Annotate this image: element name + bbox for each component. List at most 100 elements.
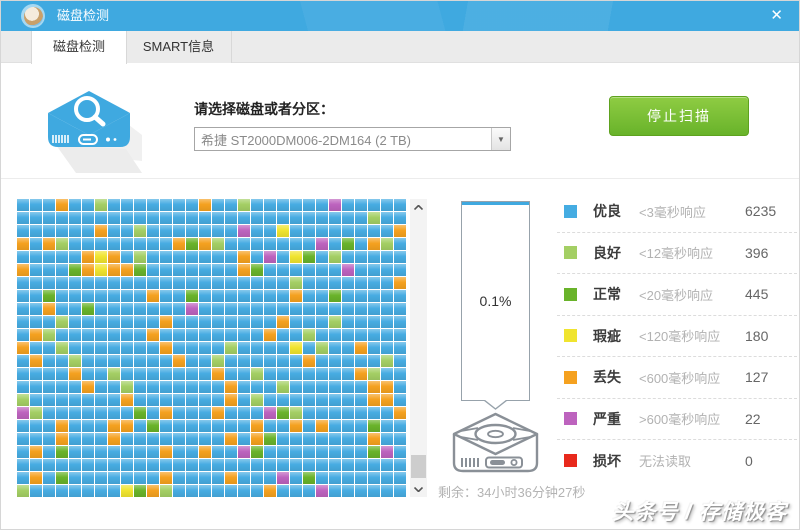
scan-cell — [277, 316, 289, 328]
scan-cell — [82, 264, 94, 276]
scan-cell — [82, 485, 94, 497]
scan-cell — [186, 446, 198, 458]
scan-cell — [17, 394, 29, 406]
title-bar[interactable]: 磁盘检测 ✕ — [1, 1, 799, 31]
scan-cell — [108, 251, 120, 263]
scan-cell — [212, 472, 224, 484]
scan-cell — [290, 381, 302, 393]
scan-cell — [225, 225, 237, 237]
scan-cell — [238, 420, 250, 432]
scan-cell — [225, 472, 237, 484]
scan-cell — [95, 459, 107, 471]
scan-cell — [394, 212, 406, 224]
scan-cell — [225, 329, 237, 341]
scan-cell — [368, 459, 380, 471]
scan-cell — [69, 199, 81, 211]
scan-cell — [199, 316, 211, 328]
scan-cell — [394, 407, 406, 419]
scan-cell — [264, 277, 276, 289]
scan-cell — [225, 303, 237, 315]
tab-bar: 磁盘检测 SMART信息 — [1, 31, 799, 64]
scrollbar-thumb[interactable] — [411, 455, 426, 478]
scan-cell — [251, 212, 263, 224]
close-icon[interactable]: ✕ — [770, 1, 783, 31]
stop-scan-button[interactable]: 停止扫描 — [609, 96, 749, 136]
scan-cell — [160, 446, 172, 458]
scan-cell — [381, 394, 393, 406]
scan-cell — [303, 407, 315, 419]
scan-cell — [30, 225, 42, 237]
scrollbar-down-icon[interactable] — [410, 481, 427, 497]
scan-cell — [355, 277, 367, 289]
scan-cell — [277, 368, 289, 380]
scan-cell — [108, 290, 120, 302]
scan-cell — [290, 251, 302, 263]
scan-cell — [277, 303, 289, 315]
scan-cell — [108, 238, 120, 250]
scan-cell — [30, 316, 42, 328]
scan-cell — [303, 303, 315, 315]
scan-cell — [277, 381, 289, 393]
scan-cell — [394, 342, 406, 354]
scan-cell — [290, 290, 302, 302]
scan-cell — [316, 277, 328, 289]
scan-cell — [264, 381, 276, 393]
scan-cell — [199, 355, 211, 367]
scan-cell — [95, 329, 107, 341]
scan-cell — [121, 277, 133, 289]
scan-cell — [355, 199, 367, 211]
scan-cell — [95, 264, 107, 276]
scrollbar-up-icon[interactable] — [410, 199, 427, 215]
scan-cell — [212, 485, 224, 497]
tab-disk-check[interactable]: 磁盘检测 — [31, 31, 127, 64]
scan-cell — [238, 238, 250, 250]
tab-smart-info[interactable]: SMART信息 — [126, 31, 232, 63]
scan-cell — [355, 251, 367, 263]
scan-cell — [69, 368, 81, 380]
scan-cell — [82, 407, 94, 419]
scan-cell — [69, 264, 81, 276]
scan-cell — [69, 212, 81, 224]
scan-cell — [186, 394, 198, 406]
scan-cell — [95, 277, 107, 289]
scan-cell — [56, 225, 68, 237]
scan-cell — [43, 199, 55, 211]
scan-cell — [147, 446, 159, 458]
scan-cell — [95, 472, 107, 484]
grid-scrollbar[interactable] — [410, 199, 427, 497]
scan-cell — [121, 342, 133, 354]
scan-cell — [238, 212, 250, 224]
scan-cell — [394, 433, 406, 445]
scan-cell — [121, 446, 133, 458]
scan-cell — [56, 407, 68, 419]
scan-cell — [303, 485, 315, 497]
scan-cell — [238, 290, 250, 302]
scan-cell — [30, 459, 42, 471]
scan-cell — [303, 225, 315, 237]
legend-swatch — [564, 412, 577, 426]
scan-cell — [251, 225, 263, 237]
scan-cell — [381, 212, 393, 224]
scan-cell — [316, 459, 328, 471]
scan-cell — [355, 238, 367, 250]
scan-cell — [316, 446, 328, 458]
scan-cell — [342, 212, 354, 224]
scan-cell — [17, 238, 29, 250]
scan-cell — [212, 420, 224, 432]
scan-cell — [30, 264, 42, 276]
scan-cell — [147, 472, 159, 484]
scan-cell — [134, 355, 146, 367]
scan-cell — [381, 225, 393, 237]
scan-cell — [290, 342, 302, 354]
scan-cell — [368, 238, 380, 250]
scan-cell — [30, 329, 42, 341]
disk-select[interactable]: 希捷 ST2000DM006-2DM164 (2 TB) ▼ — [194, 127, 511, 151]
scan-cell — [251, 407, 263, 419]
chevron-down-icon[interactable]: ▼ — [491, 128, 510, 150]
scan-cell — [238, 199, 250, 211]
scan-cell — [56, 329, 68, 341]
scan-cell — [238, 368, 250, 380]
legend-desc: <600毫秒响应 — [639, 370, 721, 386]
scan-cell — [134, 290, 146, 302]
scan-cell — [368, 225, 380, 237]
